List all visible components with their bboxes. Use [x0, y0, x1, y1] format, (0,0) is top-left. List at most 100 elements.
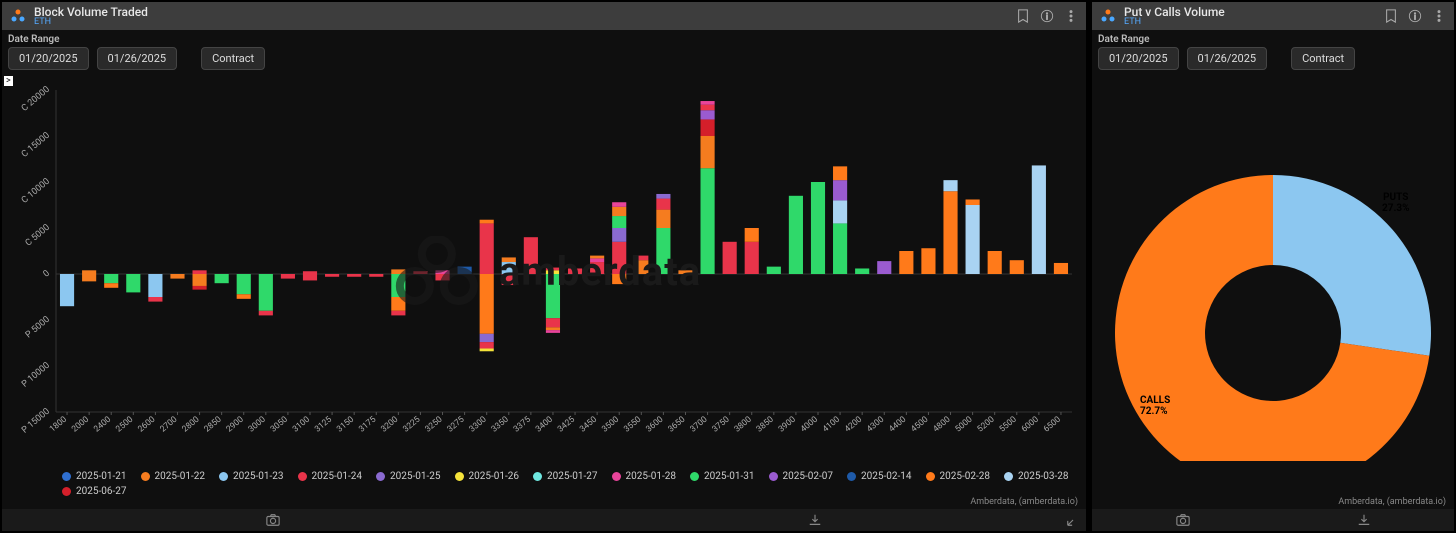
panel-subtitle: ETH — [34, 18, 148, 27]
date-from-input[interactable]: 01/20/2025 — [8, 47, 89, 70]
contract-button[interactable]: Contract — [1291, 47, 1355, 70]
brand-icon — [10, 8, 26, 24]
legend-item[interactable]: 2025-01-26 — [455, 471, 520, 482]
svg-text:3350: 3350 — [490, 414, 511, 434]
info-icon[interactable] — [1040, 9, 1054, 23]
legend-label: 2025-01-23 — [233, 471, 284, 482]
legend: 2025-01-21 2025-01-22 2025-01-23 2025-01-24… — [62, 471, 1076, 497]
date-from-input[interactable]: 01/20/2025 — [1098, 47, 1179, 70]
legend-label: 2025-01-21 — [76, 471, 127, 482]
legend-swatch — [612, 472, 621, 481]
download-icon[interactable] — [1357, 513, 1371, 527]
legend-swatch — [62, 472, 71, 481]
controls-right: Date Range 01/20/2025 01/26/2025 Contrac… — [1092, 30, 1454, 74]
more-icon[interactable] — [1432, 9, 1446, 23]
svg-text:3850: 3850 — [755, 414, 776, 434]
legend-swatch — [847, 472, 856, 481]
legend-item[interactable]: 2025-01-27 — [533, 471, 598, 482]
bookmark-icon[interactable] — [1384, 9, 1398, 23]
attribution-right: Amberdata, (amberdata.io) — [1338, 497, 1446, 507]
legend-label: 2025-01-22 — [155, 471, 206, 482]
svg-text:2900: 2900 — [225, 414, 246, 434]
legend-label: 2025-01-28 — [626, 471, 677, 482]
pie-calls-label: CALLS 72.7% — [1140, 395, 1170, 417]
svg-text:3650: 3650 — [666, 414, 687, 434]
legend-swatch — [298, 472, 307, 481]
svg-text:3100: 3100 — [291, 414, 312, 434]
svg-text:C 10000: C 10000 — [20, 177, 52, 206]
camera-icon[interactable] — [1176, 513, 1190, 527]
controls-left: Date Range 01/20/2025 01/26/2025 Contrac… — [2, 30, 1086, 74]
svg-text:3600: 3600 — [644, 414, 665, 434]
svg-text:P 15000: P 15000 — [20, 407, 52, 436]
legend-label: 2025-01-26 — [469, 471, 520, 482]
legend-swatch — [455, 472, 464, 481]
panel-subtitle: ETH — [1124, 18, 1225, 27]
bookmark-icon[interactable] — [1016, 9, 1030, 23]
legend-item[interactable]: 2025-03-28 — [1004, 471, 1069, 482]
svg-text:3750: 3750 — [711, 414, 732, 434]
svg-text:3000: 3000 — [247, 414, 268, 434]
panel-put-v-calls: Put v Calls Volume ETH Date Range 01/20/… — [1092, 2, 1454, 531]
titlebar-left: Block Volume Traded ETH — [2, 2, 1086, 30]
svg-text:2850: 2850 — [203, 414, 224, 434]
svg-text:4000: 4000 — [799, 414, 820, 434]
svg-text:C 15000: C 15000 — [20, 131, 52, 160]
svg-text:2600: 2600 — [136, 414, 157, 434]
svg-text:3400: 3400 — [534, 414, 555, 434]
legend-item[interactable]: 2025-01-23 — [219, 471, 284, 482]
bar-chart-svg: C 20000C 15000C 10000C 50000P 5000P 1000… — [8, 82, 1080, 460]
legend-label: 2025-02-14 — [861, 471, 912, 482]
legend-item[interactable]: 2025-01-25 — [376, 471, 441, 482]
svg-text:3450: 3450 — [578, 414, 599, 434]
svg-text:2000: 2000 — [70, 414, 91, 434]
svg-text:3800: 3800 — [733, 414, 754, 434]
legend-item[interactable]: 2025-06-27 — [62, 486, 127, 497]
svg-text:3375: 3375 — [512, 414, 533, 434]
svg-text:3900: 3900 — [777, 414, 798, 434]
legend-label: 2025-06-27 — [76, 486, 127, 497]
contract-button[interactable]: Contract — [201, 47, 265, 70]
date-to-input[interactable]: 01/26/2025 — [97, 47, 178, 70]
toolbar-left — [2, 509, 1086, 531]
svg-text:3300: 3300 — [468, 414, 489, 434]
svg-text:3500: 3500 — [600, 414, 621, 434]
legend-swatch — [1004, 472, 1013, 481]
svg-text:4100: 4100 — [821, 414, 842, 434]
svg-text:4800: 4800 — [931, 414, 952, 434]
svg-text:3250: 3250 — [423, 414, 444, 434]
download-icon[interactable] — [808, 513, 822, 527]
svg-text:3275: 3275 — [445, 414, 466, 434]
svg-text:2700: 2700 — [158, 414, 179, 434]
legend-item[interactable]: 2025-01-22 — [141, 471, 206, 482]
legend-label: 2025-01-25 — [390, 471, 441, 482]
legend-item[interactable]: 2025-02-28 — [926, 471, 991, 482]
date-to-input[interactable]: 01/26/2025 — [1187, 47, 1268, 70]
svg-text:3225: 3225 — [401, 414, 422, 434]
svg-text:3175: 3175 — [357, 414, 378, 434]
svg-text:3150: 3150 — [335, 414, 356, 434]
legend-item[interactable]: 2025-01-28 — [612, 471, 677, 482]
expand-icon[interactable] — [1066, 513, 1080, 527]
legend-swatch — [219, 472, 228, 481]
legend-item[interactable]: 2025-01-24 — [298, 471, 363, 482]
legend-label: 2025-01-24 — [312, 471, 363, 482]
legend-item[interactable]: 2025-02-14 — [847, 471, 912, 482]
camera-icon[interactable] — [266, 513, 280, 527]
legend-item[interactable]: 2025-01-31 — [690, 471, 755, 482]
svg-text:6000: 6000 — [1020, 414, 1041, 434]
titlebar-right: Put v Calls Volume ETH — [1092, 2, 1454, 30]
info-icon[interactable] — [1408, 9, 1422, 23]
more-icon[interactable] — [1064, 9, 1078, 23]
legend-item[interactable]: 2025-02-07 — [769, 471, 834, 482]
date-range-label: Date Range — [8, 34, 1080, 45]
legend-swatch — [376, 472, 385, 481]
panel-title: Block Volume Traded — [34, 6, 148, 18]
svg-text:3050: 3050 — [269, 414, 290, 434]
svg-text:C 5000: C 5000 — [24, 223, 52, 249]
toolbar-right — [1092, 509, 1454, 531]
panel-block-volume: Block Volume Traded ETH Date Range 01/20… — [2, 2, 1086, 531]
svg-text:0: 0 — [42, 269, 52, 280]
bar-chart: amberdata C 20000C 15000C 10000C 50000P … — [8, 82, 1080, 460]
legend-item[interactable]: 2025-01-21 — [62, 471, 127, 482]
